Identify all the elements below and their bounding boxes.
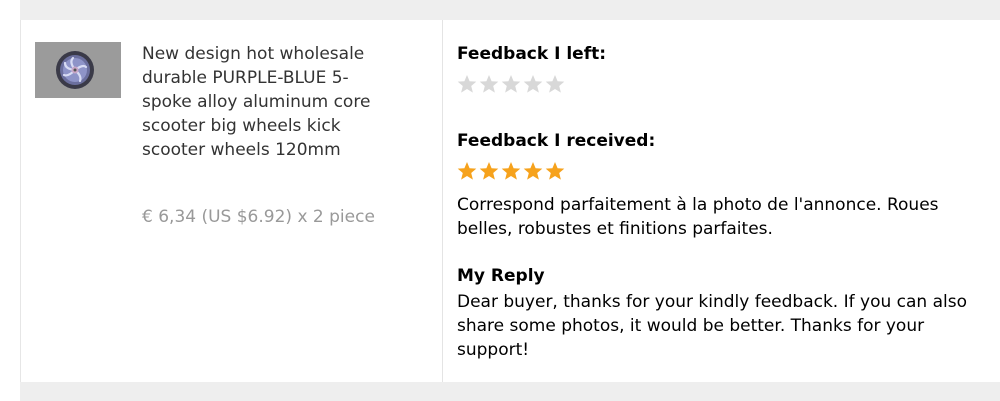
star-empty-icon: [523, 74, 543, 96]
feedback-received-heading: Feedback I received:: [457, 131, 656, 151]
star-filled-icon: [457, 161, 477, 183]
column-divider: [442, 20, 443, 382]
star-empty-icon: [457, 74, 477, 96]
feedback-received-rating: [457, 161, 565, 183]
star-filled-icon: [545, 161, 565, 183]
my-reply-heading: My Reply: [457, 266, 545, 286]
star-empty-icon: [545, 74, 565, 96]
product-thumbnail[interactable]: [35, 42, 121, 98]
row-left-border: [20, 20, 21, 382]
feedback-received-comment: Correspond parfaitement à la photo de l'…: [457, 195, 939, 239]
bottom-separator-band: [20, 382, 1000, 401]
top-separator-band: [20, 0, 1000, 20]
scooter-wheel-image: [35, 42, 121, 98]
star-empty-icon: [501, 74, 521, 96]
star-filled-icon: [479, 161, 499, 183]
star-filled-icon: [501, 161, 521, 183]
price-quantity: € 6,34 (US $6.92) x 2 piece: [142, 207, 375, 227]
feedback-left-heading: Feedback I left:: [457, 44, 607, 64]
feedback-row: New design hot wholesale durable PURPLE-…: [0, 0, 1000, 401]
product-title-link[interactable]: New design hot wholesale durable PURPLE-…: [142, 42, 387, 162]
star-empty-icon: [479, 74, 499, 96]
my-reply-text: Dear buyer, thanks for your kindly feedb…: [457, 292, 967, 360]
feedback-left-rating: [457, 74, 565, 96]
star-filled-icon: [523, 161, 543, 183]
